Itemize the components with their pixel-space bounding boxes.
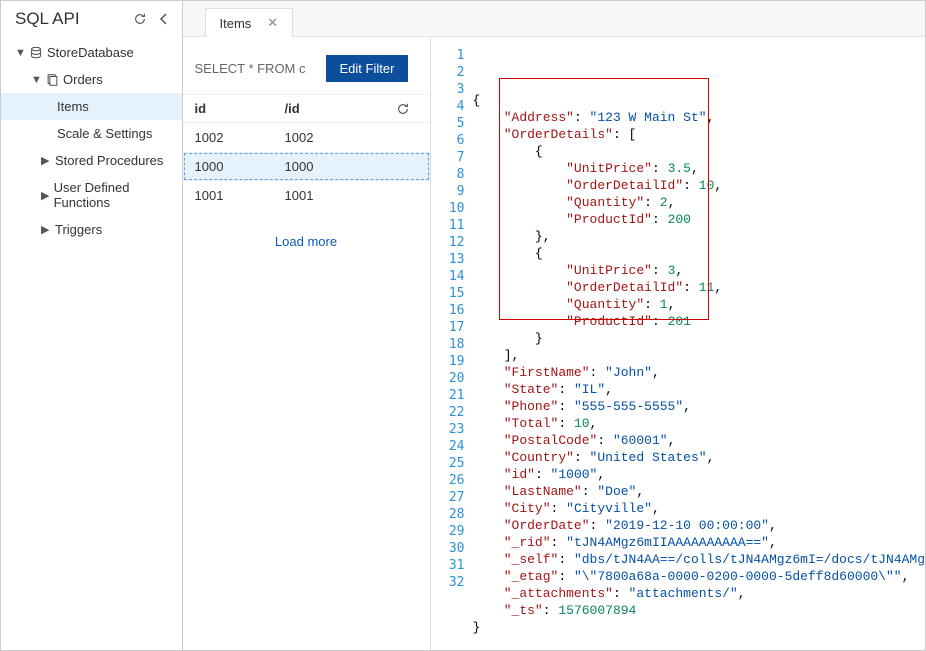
caret-right-icon: ▶ [41, 154, 53, 167]
tab-bar: Items ✕ [183, 1, 926, 37]
main-area: Items ✕ SELECT * FROM c Edit Filter id /… [183, 1, 926, 650]
column-id[interactable]: id [195, 101, 285, 116]
caret-right-icon: ▶ [41, 223, 53, 236]
items-table: id /id 100210021000100010011001 [183, 94, 430, 210]
caret-down-icon: ▼ [15, 47, 27, 59]
collection-node[interactable]: ▼ Orders [1, 66, 182, 93]
edit-filter-button[interactable]: Edit Filter [326, 55, 409, 82]
collection-icon [43, 73, 61, 87]
sidebar-title: SQL API [15, 9, 80, 29]
collection-label: Orders [61, 70, 105, 89]
refresh-icon[interactable] [132, 11, 148, 27]
json-viewer[interactable]: 1234567891011121314151617181920212223242… [431, 37, 926, 650]
line-gutter: 1234567891011121314151617181920212223242… [431, 47, 473, 640]
table-row[interactable]: 10021002 [183, 123, 430, 152]
sidebar-item-stored-procedures[interactable]: ▶ Stored Procedures [1, 147, 182, 174]
column-partition[interactable]: /id [285, 101, 396, 116]
close-icon[interactable]: ✕ [267, 15, 278, 31]
items-panel: SELECT * FROM c Edit Filter id /id 10021… [183, 37, 431, 650]
table-row[interactable]: 10001000 [183, 152, 430, 181]
caret-down-icon: ▼ [31, 74, 43, 86]
sidebar-item-udf[interactable]: ▶ User Defined Functions [1, 174, 182, 216]
refresh-items-icon[interactable] [396, 102, 418, 116]
resource-tree: ▼ StoreDatabase ▼ Orders Items Scale & S… [1, 33, 182, 243]
tab-label: Items [220, 16, 252, 31]
collapse-panel-icon[interactable] [156, 11, 172, 27]
sidebar: SQL API ▼ StoreDatabase ▼ [1, 1, 183, 650]
sidebar-item-items[interactable]: Items [1, 93, 182, 120]
tab-items[interactable]: Items ✕ [205, 8, 294, 37]
sidebar-item-triggers[interactable]: ▶ Triggers [1, 216, 182, 243]
code-area[interactable]: { "Address": "123 W Main St", "OrderDeta… [473, 47, 926, 640]
database-node[interactable]: ▼ StoreDatabase [1, 39, 182, 66]
caret-right-icon: ▶ [41, 189, 52, 202]
table-row[interactable]: 10011001 [183, 181, 430, 210]
database-icon [27, 46, 45, 60]
sidebar-item-scale-settings[interactable]: Scale & Settings [1, 120, 182, 147]
database-label: StoreDatabase [45, 43, 136, 62]
load-more-link[interactable]: Load more [183, 210, 430, 273]
query-text: SELECT * FROM c [195, 61, 306, 76]
